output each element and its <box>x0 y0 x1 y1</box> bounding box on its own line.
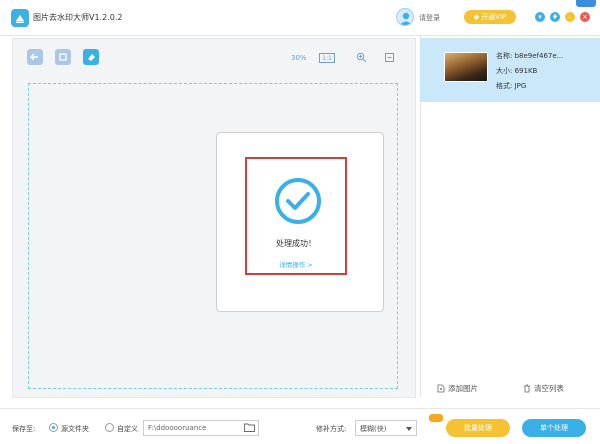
save-path-input[interactable]: F:\ddooooruance <box>143 420 259 436</box>
trash-icon <box>524 384 530 393</box>
success-message: 处理成功！ <box>276 239 316 248</box>
source-folder-radio[interactable] <box>49 423 58 432</box>
diamond-icon: ◆ <box>473 13 480 21</box>
zoom-percent: 30% <box>291 54 307 62</box>
skin-icon[interactable]: ♦ <box>550 12 560 22</box>
chevron-down-icon <box>406 427 412 431</box>
avatar[interactable] <box>396 8 414 26</box>
open-vip-label: 开通VIP <box>481 13 507 21</box>
menu-icon[interactable]: ▾ <box>535 12 545 22</box>
crop-icon[interactable] <box>55 49 71 65</box>
file-format: 格式: JPG <box>496 82 527 90</box>
add-image-label: 添加图片 <box>448 384 478 393</box>
custom-folder-radio[interactable] <box>105 423 114 432</box>
detail-link[interactable]: 详情操作 > <box>245 259 347 269</box>
bottom-bar <box>0 408 600 444</box>
clear-list-label: 清空列表 <box>534 384 564 393</box>
zoom-in-icon[interactable] <box>356 52 367 63</box>
corner-tag <box>576 0 596 7</box>
custom-folder-label: 自定义 <box>117 425 138 433</box>
folder-icon[interactable] <box>244 423 255 432</box>
batch-process-button[interactable]: 批量处理 <box>446 419 510 437</box>
undo-icon[interactable] <box>27 49 43 65</box>
close-icon[interactable]: × <box>580 12 590 22</box>
repair-mode-label: 修补方式: <box>316 425 347 433</box>
single-process-button[interactable]: 单个处理 <box>522 419 586 437</box>
image-thumbnail <box>444 52 488 82</box>
add-image-button[interactable]: 添加图片 <box>437 383 478 394</box>
save-to-label: 保存至: <box>12 425 36 433</box>
repair-mode-select[interactable]: 模糊(快) <box>355 420 417 436</box>
fit-screen-icon[interactable] <box>384 52 395 63</box>
repair-mode-value: 模糊(快) <box>360 425 387 433</box>
login-link[interactable]: 请登录 <box>419 13 440 23</box>
hot-badge <box>429 414 443 422</box>
zoom-original-button[interactable]: 1:1 <box>319 53 335 63</box>
clear-list-button[interactable]: 清空列表 <box>523 383 564 394</box>
source-folder-label: 源文件夹 <box>61 425 89 433</box>
app-title: 图片去水印大师V1.2.0.2 <box>33 13 123 22</box>
file-name: 名称: b8e9ef467e... <box>496 52 564 60</box>
open-vip-button[interactable]: ◆ 开通VIP <box>464 10 516 24</box>
add-file-icon <box>437 384 445 393</box>
eraser-icon[interactable] <box>83 49 99 65</box>
minimize-icon[interactable]: – <box>565 12 575 22</box>
success-check-icon <box>275 178 321 224</box>
app-logo-icon <box>11 9 29 27</box>
file-size: 大小: 691KB <box>496 67 538 75</box>
